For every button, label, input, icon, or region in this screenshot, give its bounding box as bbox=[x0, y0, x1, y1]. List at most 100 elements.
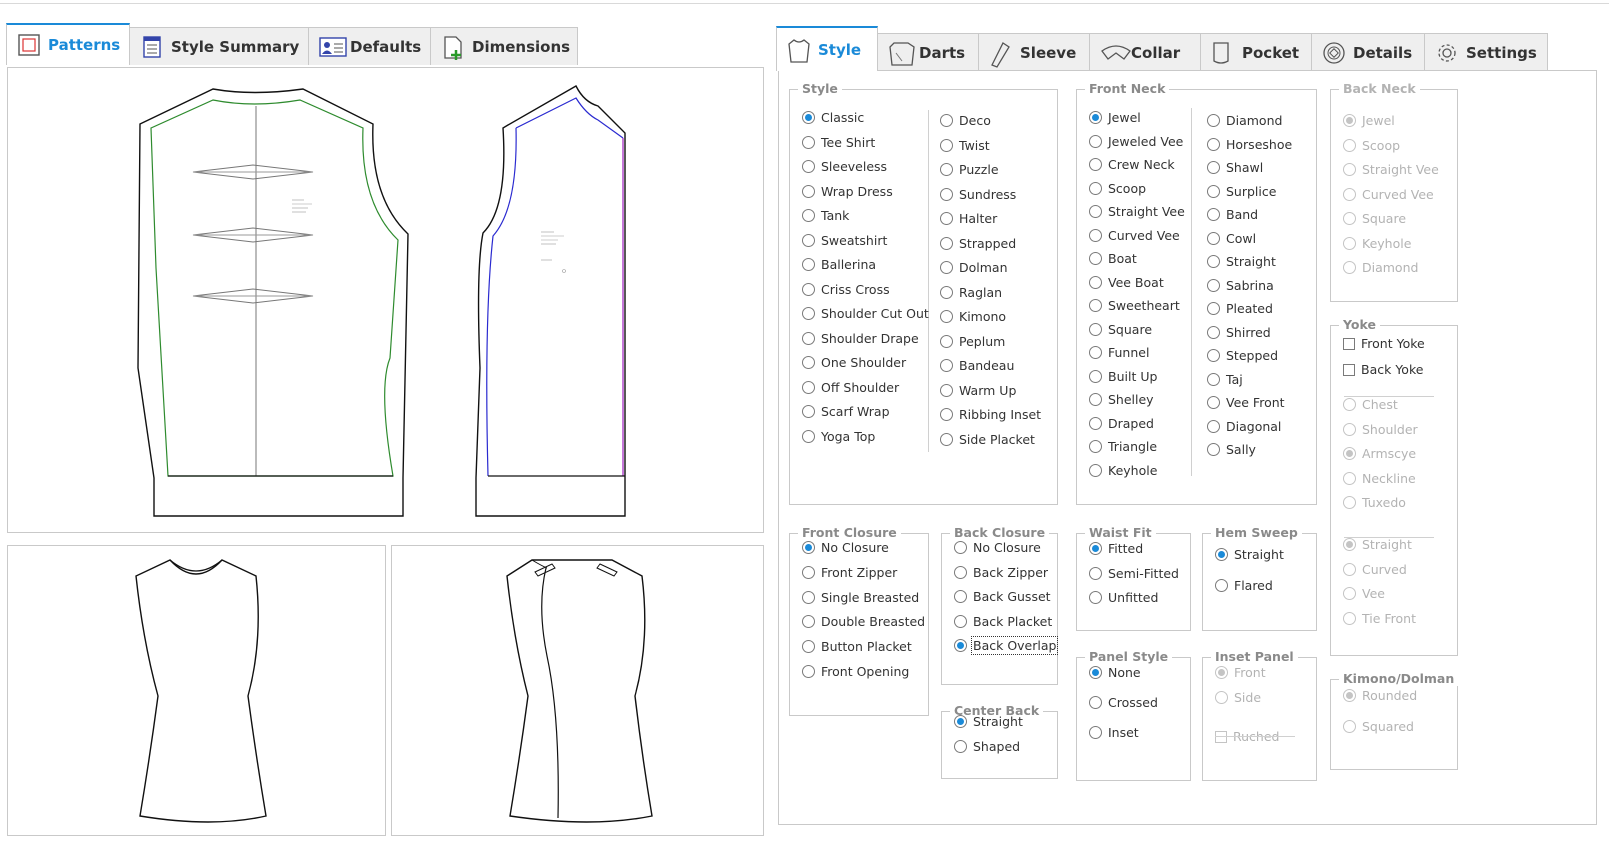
back-closure-radio[interactable] bbox=[954, 590, 967, 603]
front-neck-option-boat[interactable]: Boat bbox=[1089, 251, 1137, 266]
style-option-deco[interactable]: Deco bbox=[940, 113, 991, 128]
front-neck-option-shirred[interactable]: Shirred bbox=[1207, 325, 1271, 340]
tab-details[interactable]: Details bbox=[1311, 33, 1425, 71]
style-option-yoga-top[interactable]: Yoga Top bbox=[802, 429, 875, 444]
front-neck-option-built-up[interactable]: Built Up bbox=[1089, 369, 1157, 384]
front-closure-radio[interactable] bbox=[802, 541, 815, 554]
yoke-option-front-yoke[interactable]: Front Yoke bbox=[1343, 336, 1425, 351]
front-neck-option-straight[interactable]: Straight bbox=[1207, 254, 1276, 269]
panel-style-option-inset[interactable]: Inset bbox=[1089, 725, 1139, 740]
style-radio[interactable] bbox=[802, 209, 815, 222]
front-closure-option-single-breasted[interactable]: Single Breasted bbox=[802, 590, 919, 605]
front-closure-option-double-breasted[interactable]: Double Breasted bbox=[802, 614, 925, 629]
style-radio[interactable] bbox=[802, 282, 815, 296]
waist-fit-radio[interactable] bbox=[1089, 542, 1102, 555]
front-neck-radio[interactable] bbox=[1089, 228, 1102, 242]
front-neck-radio[interactable] bbox=[1089, 440, 1102, 453]
tab-dimensions[interactable]: Dimensions bbox=[430, 27, 578, 65]
style-option-shoulder-cut-out[interactable]: Shoulder Cut Out bbox=[802, 306, 929, 321]
front-neck-option-shelley[interactable]: Shelley bbox=[1089, 392, 1154, 407]
front-neck-radio[interactable] bbox=[1089, 134, 1102, 148]
front-neck-option-sweetheart[interactable]: Sweetheart bbox=[1089, 298, 1180, 313]
front-neck-option-band[interactable]: Band bbox=[1207, 207, 1258, 222]
style-radio[interactable] bbox=[940, 212, 953, 225]
style-radio[interactable] bbox=[802, 380, 815, 394]
front-neck-radio[interactable] bbox=[1089, 369, 1102, 383]
front-neck-option-surplice[interactable]: Surplice bbox=[1207, 184, 1276, 199]
waist-fit-option-fitted[interactable]: Fitted bbox=[1089, 541, 1143, 556]
front-neck-radio[interactable] bbox=[1089, 393, 1102, 406]
front-neck-option-vee-front[interactable]: Vee Front bbox=[1207, 395, 1285, 410]
front-closure-option-button-placket[interactable]: Button Placket bbox=[802, 639, 912, 654]
style-option-kimono[interactable]: Kimono bbox=[940, 309, 1006, 324]
front-neck-option-sally[interactable]: Sally bbox=[1207, 442, 1256, 457]
style-option-wrap-dress[interactable]: Wrap Dress bbox=[802, 184, 893, 199]
style-option-twist[interactable]: Twist bbox=[940, 138, 990, 153]
style-radio[interactable] bbox=[802, 356, 815, 369]
front-neck-option-scoop[interactable]: Scoop bbox=[1089, 181, 1146, 196]
style-radio[interactable] bbox=[940, 261, 953, 274]
front-neck-option-stepped[interactable]: Stepped bbox=[1207, 348, 1278, 363]
front-neck-radio[interactable] bbox=[1207, 349, 1220, 362]
front-neck-option-horseshoe[interactable]: Horseshoe bbox=[1207, 137, 1292, 152]
tab-style[interactable]: Style bbox=[776, 26, 878, 71]
yoke-checkbox[interactable] bbox=[1343, 337, 1355, 350]
panel-style-option-none[interactable]: None bbox=[1089, 665, 1141, 680]
front-neck-option-shawl[interactable]: Shawl bbox=[1207, 160, 1263, 175]
front-neck-radio[interactable] bbox=[1207, 114, 1220, 127]
style-radio[interactable] bbox=[802, 233, 815, 247]
tab-collar[interactable]: Collar bbox=[1089, 33, 1201, 71]
style-radio[interactable] bbox=[940, 408, 953, 421]
panel-style-option-crossed[interactable]: Crossed bbox=[1089, 695, 1158, 710]
front-neck-radio[interactable] bbox=[1207, 231, 1220, 245]
center-back-radio[interactable] bbox=[954, 715, 967, 728]
hem-sweep-option-flared[interactable]: Flared bbox=[1215, 578, 1273, 593]
waist-fit-option-unfitted[interactable]: Unfitted bbox=[1089, 590, 1158, 605]
style-radio[interactable] bbox=[940, 114, 953, 127]
front-neck-option-cowl[interactable]: Cowl bbox=[1207, 231, 1256, 246]
style-option-puzzle[interactable]: Puzzle bbox=[940, 162, 999, 177]
style-radio[interactable] bbox=[940, 138, 953, 152]
tab-sleeve[interactable]: Sleeve bbox=[978, 33, 1090, 71]
front-neck-radio[interactable] bbox=[1207, 161, 1220, 174]
front-neck-radio[interactable] bbox=[1089, 158, 1102, 171]
front-neck-option-triangle[interactable]: Triangle bbox=[1089, 439, 1157, 454]
yoke-checkbox[interactable] bbox=[1343, 363, 1355, 376]
style-option-warm-up[interactable]: Warm Up bbox=[940, 383, 1016, 398]
style-option-dolman[interactable]: Dolman bbox=[940, 260, 1008, 275]
front-closure-radio[interactable] bbox=[802, 615, 815, 629]
style-option-ribbing-inset[interactable]: Ribbing Inset bbox=[940, 407, 1041, 422]
front-neck-option-crew-neck[interactable]: Crew Neck bbox=[1089, 157, 1175, 172]
yoke-option-back-yoke[interactable]: Back Yoke bbox=[1343, 362, 1423, 377]
front-neck-option-straight-vee[interactable]: Straight Vee bbox=[1089, 204, 1185, 219]
front-neck-radio[interactable] bbox=[1089, 181, 1102, 195]
style-radio[interactable] bbox=[940, 432, 953, 446]
front-neck-radio[interactable] bbox=[1207, 278, 1220, 292]
front-neck-radio[interactable] bbox=[1207, 137, 1220, 151]
front-neck-radio[interactable] bbox=[1207, 372, 1220, 386]
style-option-criss-cross[interactable]: Criss Cross bbox=[802, 282, 890, 297]
panel-style-radio[interactable] bbox=[1089, 696, 1102, 709]
front-neck-radio[interactable] bbox=[1207, 302, 1220, 315]
waist-fit-radio[interactable] bbox=[1089, 591, 1102, 604]
front-neck-option-square[interactable]: Square bbox=[1089, 322, 1152, 337]
front-closure-radio[interactable] bbox=[802, 565, 815, 579]
style-radio[interactable] bbox=[802, 184, 815, 198]
hem-sweep-radio[interactable] bbox=[1215, 548, 1228, 561]
front-closure-option-front-zipper[interactable]: Front Zipper bbox=[802, 565, 897, 580]
style-option-off-shoulder[interactable]: Off Shoulder bbox=[802, 380, 899, 395]
style-radio[interactable] bbox=[802, 307, 815, 320]
hem-sweep-option-straight[interactable]: Straight bbox=[1215, 547, 1284, 562]
back-closure-option-back-placket[interactable]: Back Placket bbox=[954, 614, 1052, 629]
front-neck-radio[interactable] bbox=[1207, 184, 1220, 198]
back-closure-option-back-zipper[interactable]: Back Zipper bbox=[954, 565, 1048, 580]
front-neck-radio[interactable] bbox=[1207, 325, 1220, 339]
back-closure-option-no-closure[interactable]: No Closure bbox=[954, 540, 1041, 555]
tab-patterns[interactable]: Patterns bbox=[6, 23, 130, 65]
front-neck-option-sabrina[interactable]: Sabrina bbox=[1207, 278, 1274, 293]
front-closure-radio[interactable] bbox=[802, 665, 815, 678]
center-back-option-shaped[interactable]: Shaped bbox=[954, 739, 1020, 754]
style-option-ballerina[interactable]: Ballerina bbox=[802, 257, 876, 272]
style-option-tee-shirt[interactable]: Tee Shirt bbox=[802, 135, 875, 150]
style-option-sweatshirt[interactable]: Sweatshirt bbox=[802, 233, 887, 248]
